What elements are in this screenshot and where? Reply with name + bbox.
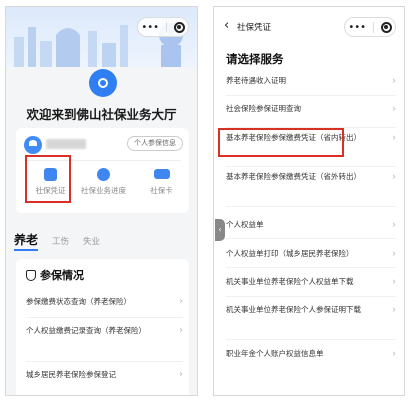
clock-icon xyxy=(97,168,110,181)
miniprogram-capsule[interactable]: ••• xyxy=(344,17,396,37)
insurance-status-section: 参保情况 参保缴费状态查询（养老保险） 个人权益缴费记录查询（养老保险） 城乡居… xyxy=(16,259,189,395)
highlight-box-certificate xyxy=(25,155,71,203)
list-item[interactable]: 个人权益缴费记录查询（养老保险） xyxy=(26,325,183,337)
list-item[interactable]: 机关事业单位养老保险个人参保证明下载 xyxy=(226,303,396,316)
section-title: 参保情况 xyxy=(26,267,84,283)
list-item[interactable]: 个人权益单 xyxy=(226,218,396,231)
shield-icon xyxy=(26,269,36,281)
category-tabs: 养老 工伤 失业 xyxy=(14,231,100,251)
list-item[interactable]: 基本养老保险参保缴费凭证（省外转出） xyxy=(226,170,396,183)
skyline-illustration xyxy=(14,23,183,67)
tab-pension[interactable]: 养老 xyxy=(14,231,39,251)
personal-info-button[interactable]: 个人参保信息 xyxy=(127,136,183,151)
welcome-title: 欢迎来到佛山社保业务大厅 xyxy=(26,107,177,122)
list-item[interactable]: 职业年金个人账户权益信息单 xyxy=(226,347,396,360)
list-item[interactable]: 养老待遇收入证明 xyxy=(226,74,396,87)
avatar xyxy=(24,136,42,154)
blurred-username xyxy=(46,139,86,149)
tab-injury[interactable]: 工伤 xyxy=(52,235,69,247)
list-item[interactable]: 机关事业单位养老保险个人权益单下载 xyxy=(226,275,396,288)
highlight-box-proof-query xyxy=(218,128,344,157)
social-security-logo xyxy=(89,69,117,97)
list-item[interactable]: 参保缴费状态查询（养老保险） xyxy=(26,296,183,308)
more-icon[interactable]: ••• xyxy=(141,22,159,33)
section-heading: 请选择服务 xyxy=(226,52,284,66)
close-miniprogram-icon[interactable] xyxy=(173,21,185,33)
more-icon[interactable]: ••• xyxy=(348,22,366,33)
miniprogram-capsule[interactable]: ••• xyxy=(137,17,189,37)
city-banner xyxy=(6,7,197,67)
side-drawer-handle[interactable]: ‹ xyxy=(215,219,225,241)
service-card[interactable]: 社保卡 xyxy=(134,168,189,196)
certificate-screen: ‹ 社保凭证 ••• 请选择服务 养老待遇收入证明 社会保险参保证明查询 基本养… xyxy=(213,6,405,396)
list-item-insurance-proof-query[interactable]: 社会保险参保证明查询 xyxy=(226,102,396,115)
card-icon xyxy=(153,169,170,179)
list-item[interactable]: 城乡居民养老保险参保登记 xyxy=(26,369,183,381)
close-miniprogram-icon[interactable] xyxy=(380,21,392,33)
page-title: 社保凭证 xyxy=(237,23,272,33)
tab-unemployment[interactable]: 失业 xyxy=(83,235,100,247)
back-icon[interactable]: ‹ xyxy=(224,18,229,33)
list-item[interactable]: 个人权益单打印（城乡居民养老保险） xyxy=(226,247,396,260)
service-progress[interactable]: 社保业务进度 xyxy=(76,168,131,196)
